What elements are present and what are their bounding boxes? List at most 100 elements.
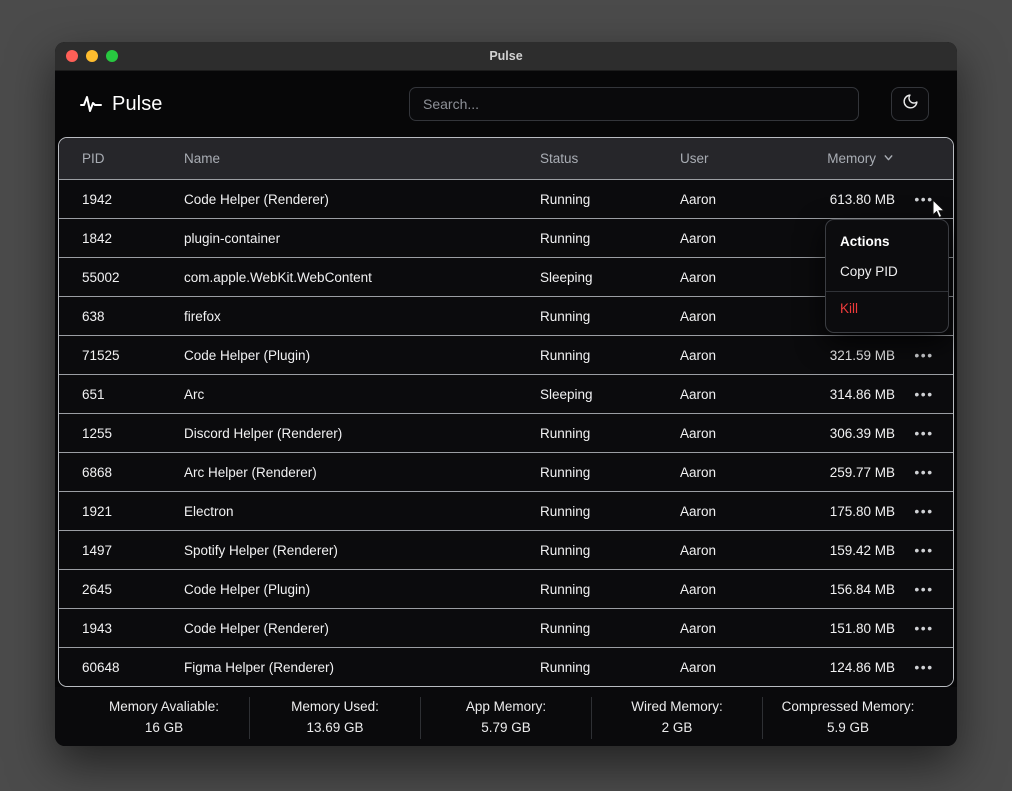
process-table-area: PID Name Status User Memory 1942 Code Hel… xyxy=(56,137,956,687)
maximize-icon[interactable] xyxy=(106,50,118,62)
window-title: Pulse xyxy=(489,49,523,63)
cell-name: Code Helper (Plugin) xyxy=(184,347,311,363)
table-row[interactable]: 6868 Arc Helper (Renderer) Running Aaron 259… xyxy=(59,452,953,491)
cell-name: Code Helper (Renderer) xyxy=(184,620,329,636)
row-actions-button[interactable]: ••• xyxy=(895,582,953,597)
cell-status: Sleeping xyxy=(540,386,593,402)
cell-name: Electron xyxy=(184,503,234,519)
table-row[interactable]: 638firefoxRunningAaron••• xyxy=(59,296,953,335)
row-actions-button[interactable]: ••• xyxy=(895,426,953,441)
memory-stats-footer: Memory Avaliable: 16 GB Memory Used: 13.69 … xyxy=(55,687,957,746)
column-header-memory[interactable]: Memory xyxy=(775,151,895,167)
row-actions-button[interactable]: ••• xyxy=(895,543,953,558)
cell-pid: 6868 xyxy=(82,464,113,480)
activity-pulse-icon xyxy=(79,92,103,116)
memory-stat-label: Memory Used: xyxy=(291,699,379,715)
cell-user: Aaron xyxy=(680,269,717,285)
cell-memory: 321.59 MB xyxy=(829,347,895,363)
cell-memory: 306.39 MB xyxy=(829,425,895,441)
column-header-status[interactable]: Status xyxy=(540,151,680,166)
ellipsis-icon: ••• xyxy=(914,424,934,441)
memory-stat: Memory Avaliable: 16 GB xyxy=(79,697,249,739)
table-row[interactable]: 1497 Spotify Helper (Renderer) Running Aaro… xyxy=(59,530,953,569)
row-actions-button[interactable]: ••• xyxy=(895,660,953,675)
cell-name: com.apple.WebKit.WebContent xyxy=(184,269,372,285)
app-window: Pulse Pulse PID Name xyxy=(55,42,957,746)
column-header-user[interactable]: User xyxy=(680,151,775,166)
table-row[interactable]: 55002 com.apple.WebKit.WebContent Sleeping… xyxy=(59,257,953,296)
cell-pid: 1255 xyxy=(82,425,113,441)
table-row[interactable]: 651 Arc Sleeping Aaron 314.86 MB ••• xyxy=(59,374,953,413)
cell-name: firefox xyxy=(184,308,221,324)
cell-pid: 55002 xyxy=(82,269,120,285)
cell-status: Running xyxy=(540,503,591,519)
cell-pid: 71525 xyxy=(82,347,120,363)
table-row[interactable]: 60648 Figma Helper (Renderer) Running Aaron… xyxy=(59,647,953,686)
row-actions-button[interactable]: ••• xyxy=(895,621,953,636)
memory-stat-value: 13.69 GB xyxy=(306,720,364,735)
cell-memory: 151.80 MB xyxy=(829,620,895,636)
table-row[interactable]: 71525 Code Helper (Plugin) Running Aaron 321… xyxy=(59,335,953,374)
memory-stat: Memory Used: 13.69 GB xyxy=(249,697,420,739)
cell-user: Aaron xyxy=(680,386,717,402)
row-actions-context-menu: Actions Copy PID Kill xyxy=(825,219,949,333)
row-actions-button[interactable]: ••• xyxy=(895,465,953,480)
cell-user: Aaron xyxy=(680,425,717,441)
cell-pid: 2645 xyxy=(82,581,113,597)
ellipsis-icon: ••• xyxy=(914,541,934,558)
cell-memory: 156.84 MB xyxy=(829,581,895,597)
theme-toggle-button[interactable] xyxy=(891,87,929,121)
memory-stat: App Memory: 5.79 GB xyxy=(420,697,591,739)
search-input[interactable] xyxy=(409,87,859,121)
cell-user: Aaron xyxy=(680,581,717,597)
cell-user: Aaron xyxy=(680,191,717,207)
cell-status: Running xyxy=(540,620,591,636)
column-header-name[interactable]: Name xyxy=(164,151,540,166)
close-icon[interactable] xyxy=(66,50,78,62)
table-body: 1942 Code Helper (Renderer) Running Aaron 61… xyxy=(59,179,953,686)
column-header-pid[interactable]: PID xyxy=(59,151,164,166)
ellipsis-icon: ••• xyxy=(914,385,934,402)
ellipsis-icon: ••• xyxy=(914,580,934,597)
cell-pid: 638 xyxy=(82,308,105,324)
context-menu-item-kill[interactable]: Kill xyxy=(826,294,948,325)
process-table: PID Name Status User Memory 1942 Code Hel… xyxy=(58,137,954,687)
cell-user: Aaron xyxy=(680,542,717,558)
cell-status: Running xyxy=(540,308,591,324)
cell-status: Running xyxy=(540,542,591,558)
row-actions-button[interactable]: ••• xyxy=(895,192,953,207)
table-row[interactable]: 1255 Discord Helper (Renderer) Running Aaro… xyxy=(59,413,953,452)
cell-memory: 159.42 MB xyxy=(829,542,895,558)
cell-status: Running xyxy=(540,230,591,246)
cell-memory: 613.80 MB xyxy=(829,191,895,207)
titlebar: Pulse xyxy=(55,42,957,71)
row-actions-button[interactable]: ••• xyxy=(895,348,953,363)
row-actions-button[interactable]: ••• xyxy=(895,387,953,402)
cell-memory: 175.80 MB xyxy=(829,503,895,519)
cell-user: Aaron xyxy=(680,503,717,519)
search-container xyxy=(409,87,859,121)
table-row[interactable]: 1943 Code Helper (Renderer) Running Aaron 15… xyxy=(59,608,953,647)
ellipsis-icon: ••• xyxy=(914,346,934,363)
cell-name: Code Helper (Renderer) xyxy=(184,191,329,207)
memory-stat-value: 5.9 GB xyxy=(826,720,870,735)
cell-status: Sleeping xyxy=(540,269,593,285)
table-row[interactable]: 2645 Code Helper (Plugin) Running Aaron 156.… xyxy=(59,569,953,608)
context-menu-title: Actions xyxy=(840,234,890,249)
ellipsis-icon: ••• xyxy=(914,190,934,207)
chevron-down-icon xyxy=(882,151,895,167)
cell-pid: 1497 xyxy=(82,542,113,558)
table-header-row: PID Name Status User Memory xyxy=(59,138,953,179)
brand-name: Pulse xyxy=(112,92,163,115)
row-actions-button[interactable]: ••• xyxy=(895,504,953,519)
minimize-icon[interactable] xyxy=(86,50,98,62)
cell-memory: 124.86 MB xyxy=(829,659,895,675)
cell-status: Running xyxy=(540,464,591,480)
cell-status: Running xyxy=(540,191,591,207)
cell-status: Running xyxy=(540,425,591,441)
context-menu-item-copy-pid[interactable]: Copy PID xyxy=(826,257,948,288)
cell-name: plugin-container xyxy=(184,230,281,246)
table-row[interactable]: 1842plugin-containerRunningAaron••• xyxy=(59,218,953,257)
table-row[interactable]: 1942 Code Helper (Renderer) Running Aaron 61… xyxy=(59,179,953,218)
table-row[interactable]: 1921 Electron Running Aaron 175.80 MB ••• xyxy=(59,491,953,530)
